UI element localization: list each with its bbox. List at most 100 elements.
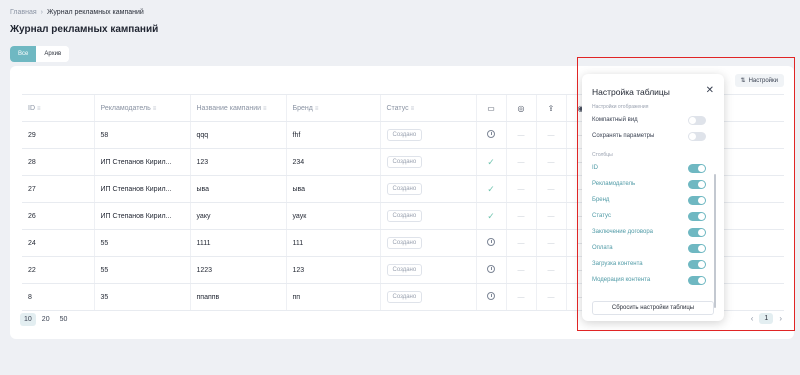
settings-option-label: Компактный вид	[592, 117, 638, 123]
settings-option-label: Модерация контента	[592, 277, 651, 283]
cell-upload: —	[535, 229, 566, 257]
cell-brand: 234	[285, 148, 380, 176]
check-icon: ✓	[487, 183, 495, 194]
col-header-upload[interactable]: ⇪	[535, 94, 566, 122]
table-settings-panel: Настройка таблицы ✕ Настройки отображени…	[582, 74, 724, 321]
sliders-icon: ⇅	[740, 78, 746, 84]
breadcrumb: Главная › Журнал рекламных кампаний	[10, 9, 144, 16]
settings-button[interactable]: ⇅ Настройки	[734, 74, 784, 87]
cell-contract	[475, 229, 506, 257]
close-icon[interactable]: ✕	[706, 85, 714, 96]
cell-advertiser: 55	[93, 256, 190, 284]
cell-upload: —	[535, 175, 566, 203]
settings-option-label: Оплата	[592, 245, 613, 251]
cell-brand: уаук	[285, 202, 380, 230]
cell-status: Создано	[379, 283, 476, 311]
filter-icon[interactable]: ≡	[153, 106, 157, 112]
cell-payment: —	[505, 283, 536, 311]
reset-settings-button[interactable]: Сбросить настройки таблицы	[592, 301, 714, 315]
breadcrumb-current: Журнал рекламных кампаний	[47, 9, 144, 16]
cell-campaign: ыва	[189, 175, 286, 203]
col-header-id[interactable]: ID ≡	[22, 94, 94, 122]
breadcrumb-home-link[interactable]: Главная	[10, 9, 37, 16]
filter-icon[interactable]: ≡	[411, 106, 415, 112]
cell-contract: ✓	[475, 175, 506, 203]
cell-upload: —	[535, 202, 566, 230]
settings-option-label: Сохранять параметры	[592, 133, 655, 139]
check-icon: ✓	[487, 156, 495, 167]
col-header-payment[interactable]: ◎	[505, 94, 536, 122]
cell-payment: —	[505, 148, 536, 176]
coins-icon: ◎	[517, 103, 525, 113]
toggle-switch[interactable]	[688, 259, 706, 269]
chevron-right-icon[interactable]: ›	[779, 314, 782, 323]
page-size-option[interactable]: 50	[56, 313, 72, 326]
tab-archive[interactable]: Архив	[36, 46, 70, 62]
toggle-switch[interactable]	[688, 179, 706, 189]
cell-status: Создано	[379, 175, 476, 203]
page-size-selector: 10 20 50	[20, 313, 71, 326]
col-header-advertiser[interactable]: Рекламодатель ≡	[93, 94, 190, 122]
cell-upload: —	[535, 148, 566, 176]
cell-id: 24	[22, 229, 94, 257]
status-badge: Создано	[386, 264, 423, 276]
cell-id: 28	[22, 148, 94, 176]
col-header-campaign[interactable]: Название кампании ≡	[189, 94, 286, 122]
clock-icon	[487, 130, 495, 138]
toggle-switch[interactable]	[688, 243, 706, 253]
toggle-switch[interactable]	[688, 195, 706, 205]
cell-id: 8	[22, 283, 94, 311]
status-badge: Создано	[386, 156, 423, 168]
toggle-switch[interactable]	[688, 163, 706, 173]
page-size-option[interactable]: 10	[20, 313, 36, 326]
toggle-switch[interactable]	[688, 131, 706, 141]
filter-icon[interactable]: ≡	[315, 106, 319, 112]
toggle-switch[interactable]	[688, 275, 706, 285]
settings-option: ID	[592, 163, 706, 173]
settings-option-label: Рекламодатель	[592, 181, 636, 187]
page-number-current[interactable]: 1	[759, 313, 774, 324]
settings-option-label: Загрузка контента	[592, 261, 643, 267]
cell-status: Создано	[379, 148, 476, 176]
settings-option: Бренд	[592, 195, 706, 205]
pagination: ‹ 1 ›	[751, 313, 782, 324]
cell-id: 26	[22, 202, 94, 230]
cell-campaign: 1111	[189, 229, 286, 257]
status-badge: Создано	[386, 291, 423, 303]
cell-status: Создано	[379, 121, 476, 149]
filter-icon[interactable]: ≡	[263, 106, 267, 112]
settings-option-label: ID	[592, 165, 598, 171]
cell-brand: пп	[285, 283, 380, 311]
cell-campaign: qqq	[189, 121, 286, 149]
cell-advertiser: 35	[93, 283, 190, 311]
col-header-brand[interactable]: Бренд ≡	[285, 94, 380, 122]
filter-icon[interactable]: ≡	[37, 106, 41, 112]
toggle-switch[interactable]	[688, 115, 706, 125]
tab-all[interactable]: Все	[10, 46, 37, 62]
settings-option: Статус	[592, 211, 706, 221]
upload-icon: ⇪	[547, 103, 555, 113]
cell-contract	[475, 256, 506, 284]
cell-contract: ✓	[475, 202, 506, 230]
cell-payment: —	[505, 175, 536, 203]
settings-option: Оплата	[592, 243, 706, 253]
panel-title: Настройка таблицы	[592, 87, 670, 97]
cell-advertiser: ИП Степанов Кирил...	[93, 175, 190, 203]
cell-status: Создано	[379, 256, 476, 284]
clock-icon	[487, 292, 495, 300]
settings-option: Заключение договора	[592, 227, 706, 237]
cell-payment: —	[505, 121, 536, 149]
cell-campaign: 1223	[189, 256, 286, 284]
col-header-contract[interactable]: ▭	[475, 94, 506, 122]
status-badge: Создано	[386, 237, 423, 249]
page-size-option[interactable]: 20	[38, 313, 54, 326]
cell-payment: —	[505, 256, 536, 284]
panel-scrollbar[interactable]	[714, 174, 716, 308]
toggle-switch[interactable]	[688, 227, 706, 237]
cell-brand: fhf	[285, 121, 380, 149]
section-display-label: Настройки отображения	[592, 104, 649, 110]
settings-option: Модерация контента	[592, 275, 706, 285]
chevron-left-icon[interactable]: ‹	[751, 314, 754, 323]
toggle-switch[interactable]	[688, 211, 706, 221]
col-header-status[interactable]: Статус ≡	[379, 94, 476, 122]
